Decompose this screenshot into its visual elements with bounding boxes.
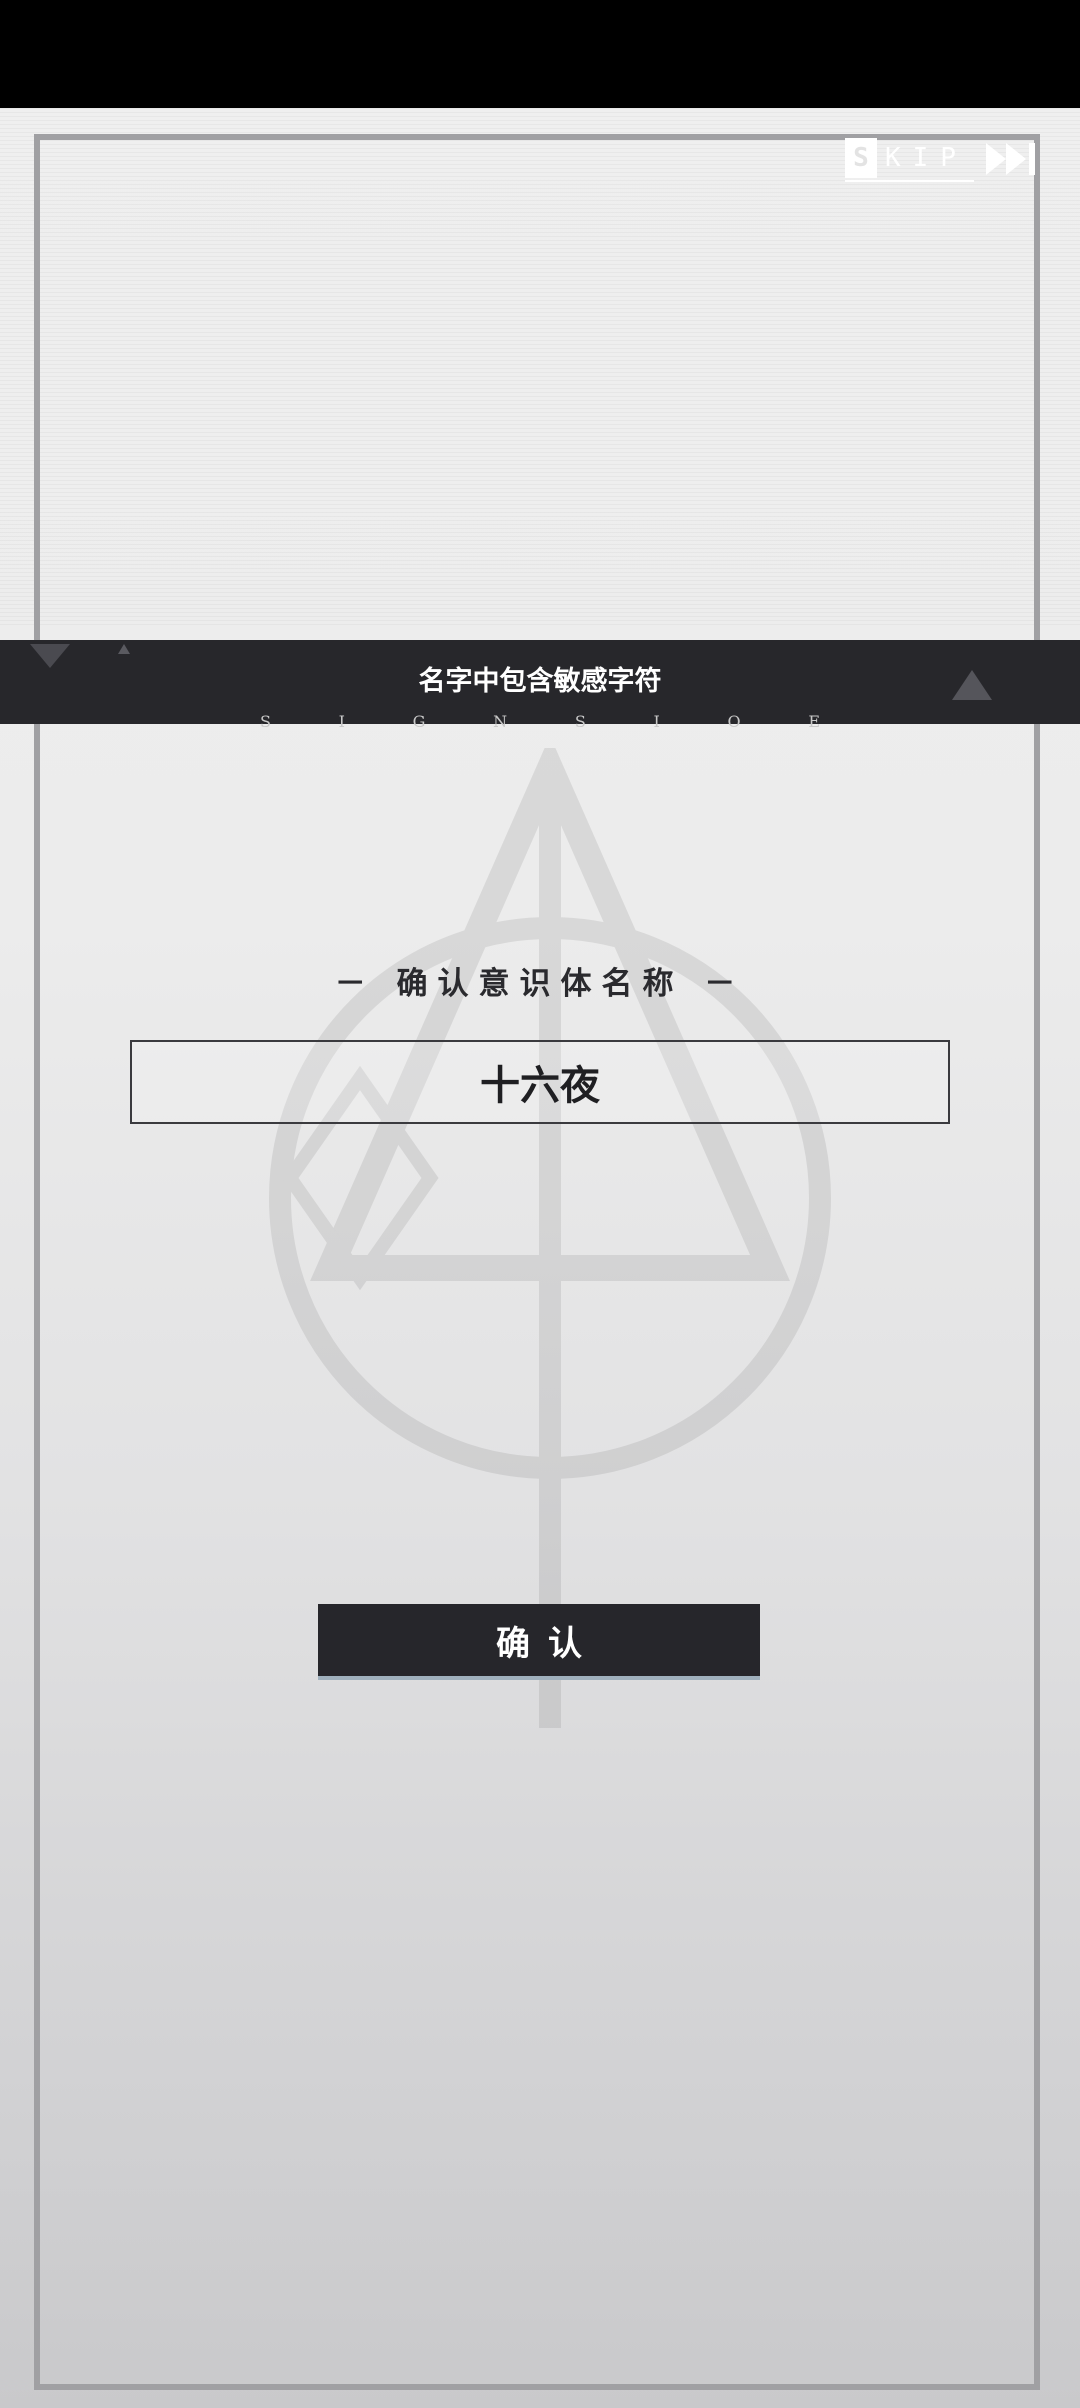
name-input[interactable]: 十六夜 bbox=[130, 1040, 950, 1124]
fast-forward-icon bbox=[985, 143, 1035, 175]
under-letter: S bbox=[574, 712, 586, 731]
status-bar bbox=[0, 0, 1080, 108]
dialog-title: － 确认意识体名称 － bbox=[334, 966, 746, 1002]
skip-button[interactable]: S KIP bbox=[845, 136, 1040, 182]
under-letter: S bbox=[260, 712, 271, 731]
under-letter: O bbox=[727, 712, 741, 731]
screen-frame bbox=[34, 134, 1040, 2390]
under-letter: E bbox=[808, 712, 820, 731]
under-letter: I bbox=[653, 712, 660, 731]
skip-label: S KIP bbox=[845, 136, 974, 182]
skip-label-first: S bbox=[845, 138, 877, 178]
under-letter: I bbox=[338, 712, 345, 731]
banner-underline-letters: S I G N S I O E bbox=[260, 712, 820, 731]
skip-label-rest: KIP bbox=[885, 143, 968, 173]
under-letter: N bbox=[493, 712, 508, 731]
confirm-button-label: 确认 bbox=[496, 1623, 600, 1664]
confirm-button[interactable]: 确认 bbox=[318, 1604, 760, 1676]
game-screen: S KIP 名字中包含敏感字符 S I G N S I O E － 确认意识体名… bbox=[0, 108, 1080, 2408]
under-letter: G bbox=[412, 712, 426, 731]
triangle-up-icon bbox=[952, 670, 992, 700]
name-input-value: 十六夜 bbox=[480, 1063, 600, 1109]
